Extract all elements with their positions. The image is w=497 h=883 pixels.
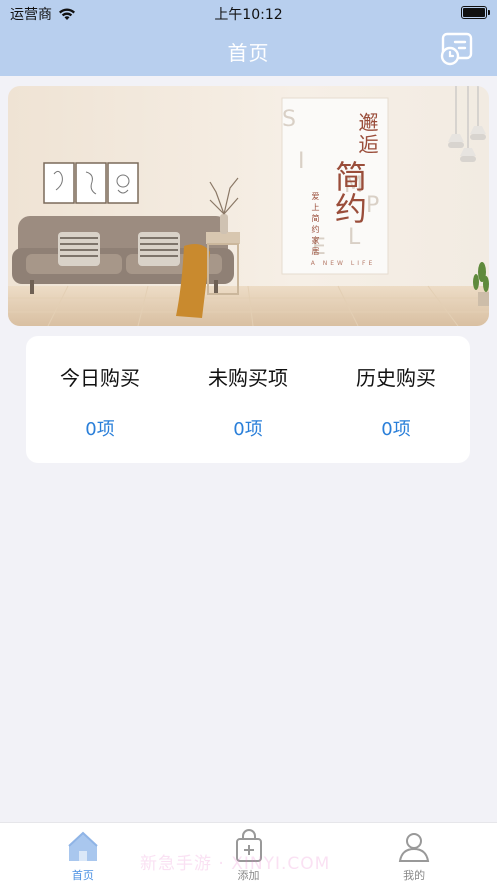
user-icon (398, 833, 430, 862)
stat-history[interactable]: 历史购买 0项 (322, 336, 470, 463)
status-bar: 运营商 上午10:12 (0, 0, 497, 26)
add-bag-icon (235, 829, 262, 862)
clock: 上午10:12 (214, 7, 283, 23)
poster-title-1: 邂逅 (355, 112, 379, 156)
stat-unpurchased[interactable]: 未购买项 0项 (174, 336, 322, 463)
stats-card: 今日购买 0项 未购买项 0项 历史购买 0项 (26, 336, 470, 463)
banner-image: SIM PLE (8, 86, 489, 326)
stat-value: 0项 (233, 419, 263, 440)
tab-bar: 首页 添加 我的 (0, 822, 497, 883)
stat-label: 未购买项 (208, 366, 288, 390)
tab-label: 添加 (237, 869, 260, 882)
page-title: 首页 (227, 41, 270, 65)
tab-label: 首页 (71, 869, 94, 882)
tab-home[interactable]: 首页 (0, 823, 166, 883)
record-list-icon[interactable] (439, 32, 475, 66)
battery-icon (461, 6, 490, 19)
tab-label: 我的 (403, 869, 426, 882)
poster-footer: A NEW LIFE (310, 260, 376, 267)
home-icon (68, 831, 98, 861)
poster-title-2: 简约 (330, 160, 368, 224)
stat-value: 0项 (85, 419, 115, 440)
poster-subtitle: 爱上简约家居 (311, 192, 320, 258)
tab-add[interactable]: 添加 (166, 823, 332, 883)
banner[interactable]: SIM PLE 邂逅 简约 爱上简约家居 A NEW LIFE (8, 86, 489, 326)
stat-today[interactable]: 今日购买 0项 (26, 336, 174, 463)
poster: 邂逅 简约 爱上简约家居 A NEW LIFE (290, 98, 396, 270)
stat-label: 历史购买 (356, 366, 436, 390)
stat-value: 0项 (381, 419, 411, 440)
header: 运营商 上午10:12 首页 (0, 0, 497, 76)
stat-label: 今日购买 (60, 366, 140, 390)
tab-mine[interactable]: 我的 (331, 823, 497, 883)
